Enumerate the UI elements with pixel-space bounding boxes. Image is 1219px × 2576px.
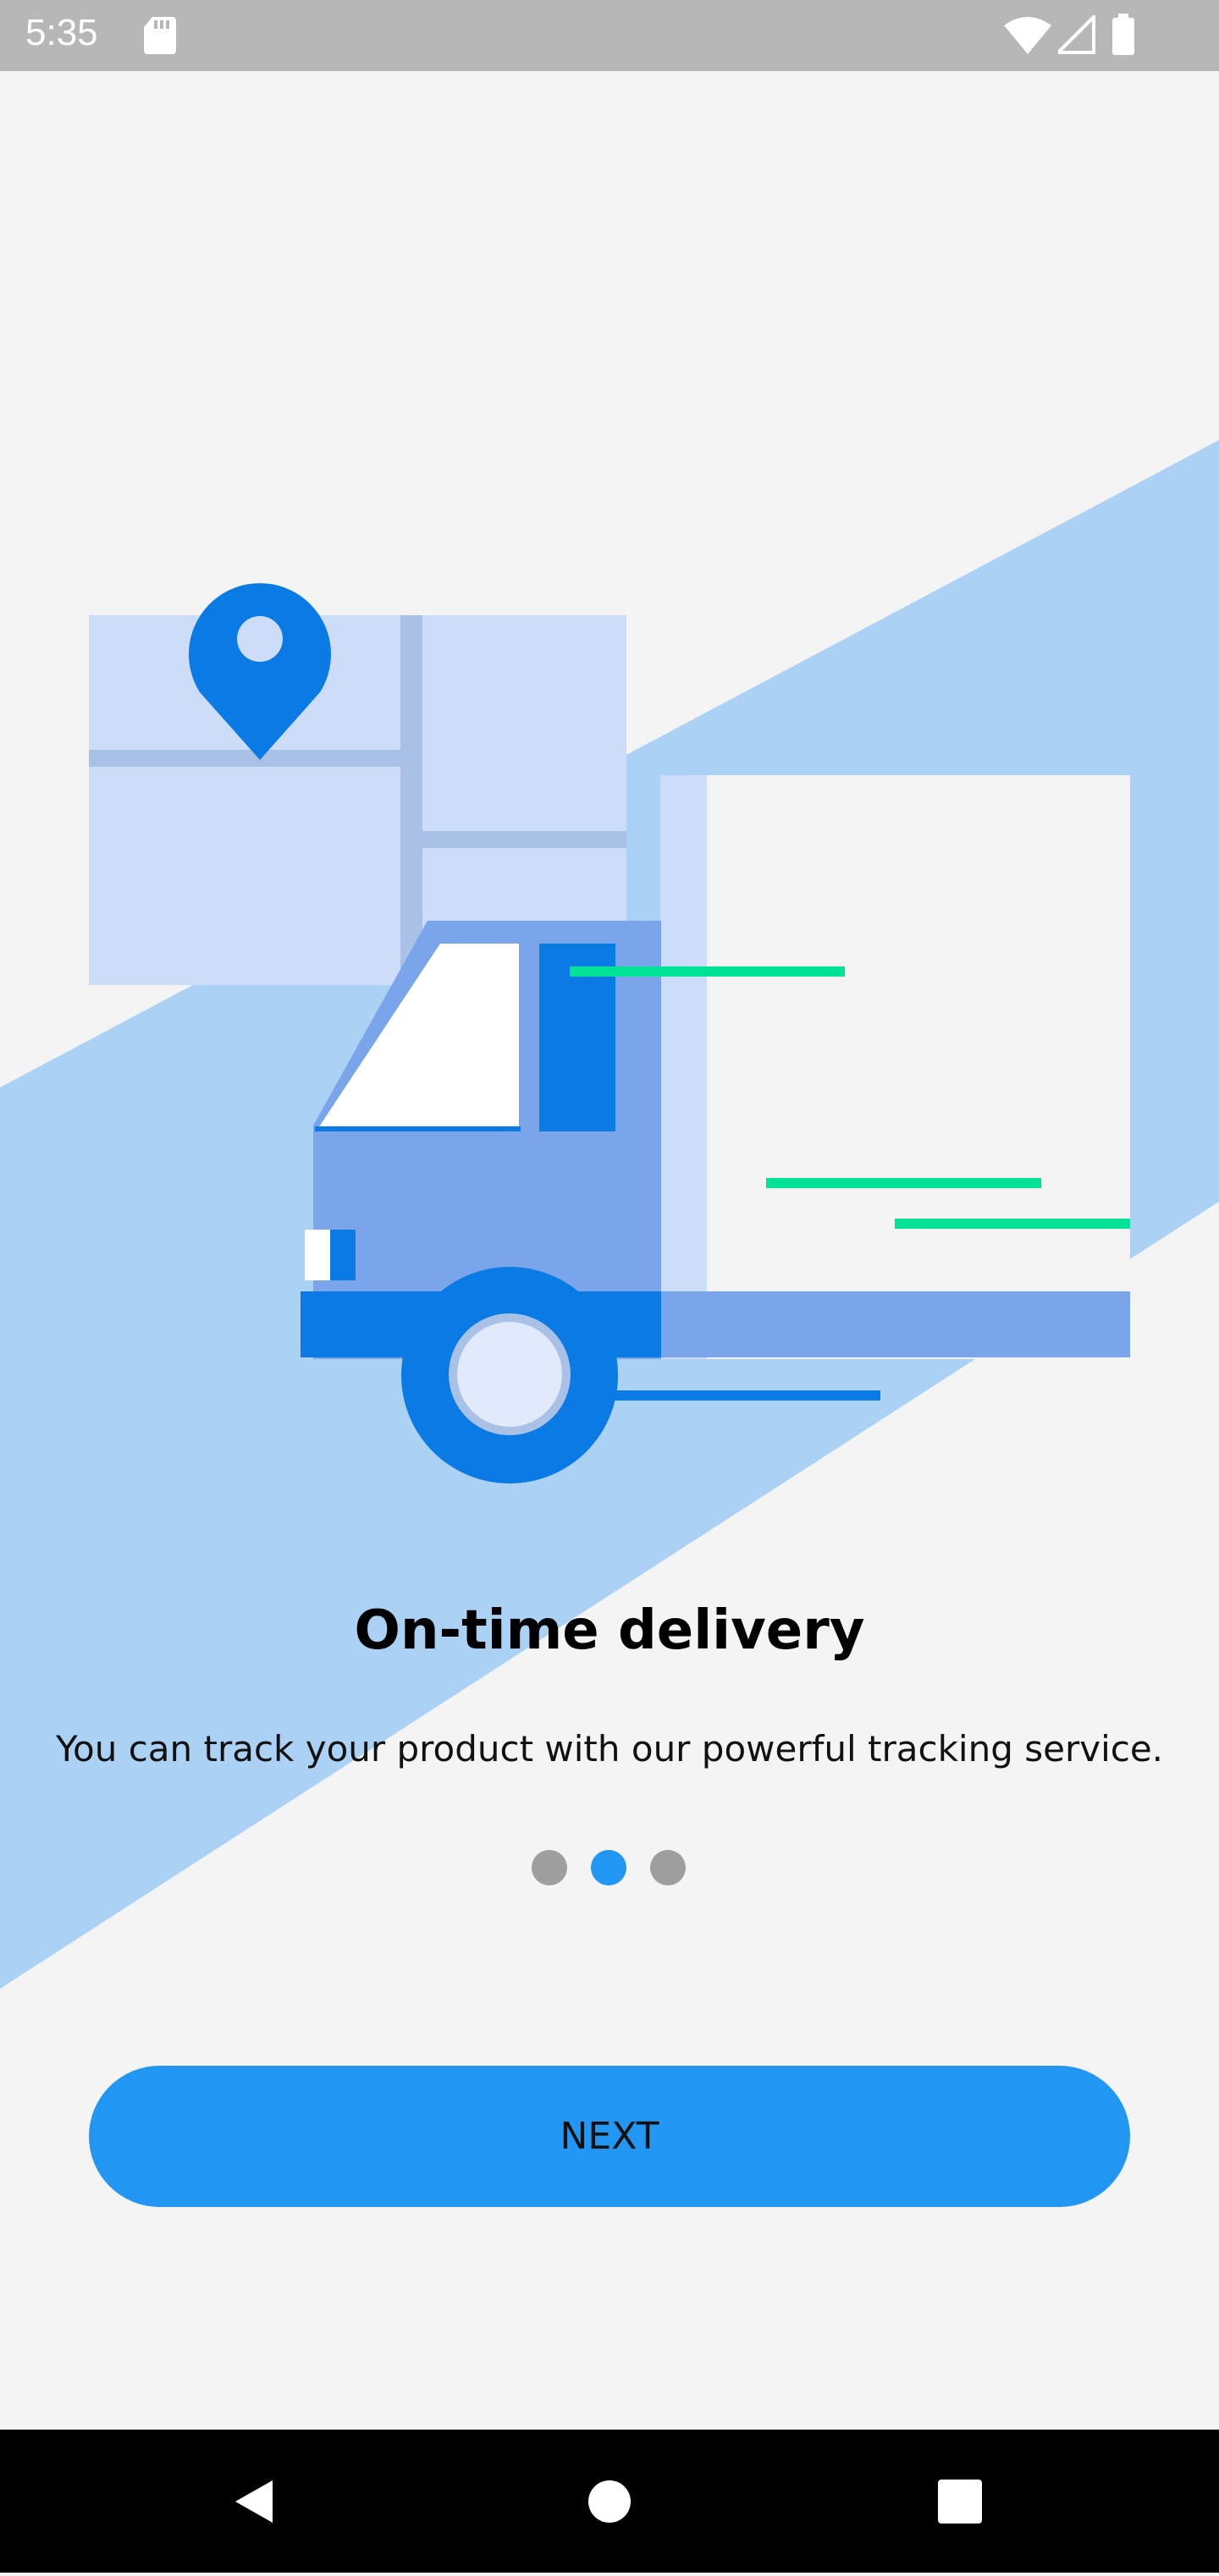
back-button[interactable] bbox=[169, 2430, 339, 2573]
status-time: 5:35 bbox=[25, 12, 98, 53]
onboarding-subtitle: You can track your product with our powe… bbox=[55, 1728, 1164, 1770]
back-icon bbox=[235, 2480, 273, 2523]
delivery-truck-illustration bbox=[0, 440, 1219, 1989]
home-button[interactable] bbox=[525, 2430, 694, 2573]
page-dot-2[interactable] bbox=[591, 1850, 626, 1885]
status-bar: 5:35 bbox=[0, 0, 1219, 71]
wifi-icon bbox=[1004, 17, 1051, 54]
signal-icon bbox=[1058, 15, 1095, 54]
onboarding-title: On-time delivery bbox=[354, 1599, 865, 1662]
navigation-bar bbox=[0, 2430, 1219, 2573]
next-button[interactable]: NEXT bbox=[89, 2066, 1130, 2207]
home-icon bbox=[588, 2480, 631, 2523]
recents-icon bbox=[938, 2480, 982, 2524]
page-indicator bbox=[0, 1850, 1219, 1887]
page-dot-1[interactable] bbox=[532, 1850, 567, 1885]
sd-card-icon bbox=[144, 17, 176, 54]
page-dot-3[interactable] bbox=[650, 1850, 686, 1885]
battery-icon bbox=[1112, 14, 1134, 55]
recents-button[interactable] bbox=[875, 2430, 1045, 2573]
